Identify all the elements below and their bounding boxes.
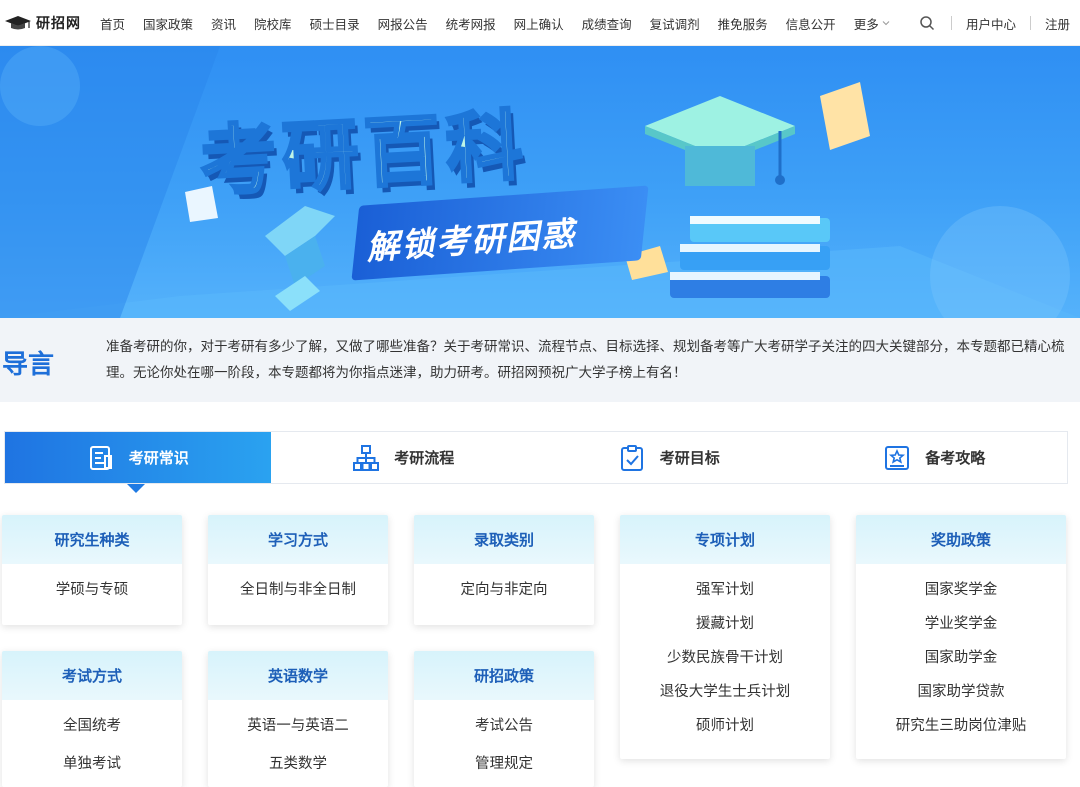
intro-label: 导言 [2,350,55,380]
logo-text: 研招网 [36,16,81,32]
document-icon [89,445,112,470]
active-tab-pointer [127,484,145,493]
card-link[interactable]: 定向与非定向 [414,580,594,614]
clipboard-check-icon [620,444,643,471]
card-exam-methods: 考试方式 全国统考 单独考试 [2,651,182,787]
flowchart-icon [353,444,380,471]
nav-item-home[interactable]: 首页 [100,14,125,33]
tab-label: 考研常识 [128,449,189,467]
chevron-down-icon [882,21,890,26]
card-link[interactable]: 国家助学金 [856,648,1066,682]
card-link[interactable]: 考试公告 [414,716,594,754]
graduation-cap-icon [5,16,31,30]
intro-section: 导言 准备考研的你，对于考研有多少了解，又做了哪些准备？关于考研常识、流程节点、… [0,318,1080,402]
nav-item-policy[interactable]: 国家政策 [143,14,193,33]
card-link[interactable]: 强军计划 [620,580,830,614]
nav-item-news[interactable]: 资讯 [211,14,236,33]
nav-item-info-public[interactable]: 信息公开 [786,14,836,33]
tab-target[interactable]: 考研目标 [536,432,802,483]
tab-strategy[interactable]: 备考攻略 [802,432,1068,483]
nav-right: 用户中心 注册 [919,0,1070,46]
divider [1029,16,1031,30]
card-title: 录取类别 [414,515,594,564]
nav-item-exam-registration[interactable]: 统考网报 [446,14,496,33]
card-link[interactable]: 国家助学贷款 [856,682,1066,716]
tab-label: 考研流程 [394,449,455,467]
card-study-mode: 学习方式 全日制与非全日制 [208,515,388,625]
card-admission-policy: 研招政策 考试公告 管理规定 [414,651,594,787]
tab-label: 考研目标 [659,449,720,467]
card-link[interactable]: 五类数学 [208,754,388,787]
divider [950,16,952,30]
card-english-math: 英语数学 英语一与英语二 五类数学 [208,651,388,787]
tab-label: 备考攻略 [925,449,986,467]
card-title: 英语数学 [208,651,388,700]
nav-more-label: 更多 [853,16,879,32]
card-special-programs: 专项计划 强军计划 援藏计划 少数民族骨干计划 退役大学生士兵计划 硕师计划 [620,515,830,759]
card-link[interactable]: 全日制与非全日制 [208,580,388,614]
card-link[interactable]: 退役大学生士兵计划 [620,682,830,716]
intro-text: 准备考研的你，对于考研有多少了解，又做了哪些准备？关于考研常识、流程节点、目标选… [106,339,1065,381]
card-link[interactable]: 学业奖学金 [856,614,1066,648]
category-tabs: 考研常识 考研流程 考研目标 备考攻略 [4,431,1068,484]
logo[interactable]: 研招网 [4,13,81,33]
tab-knowledge[interactable]: 考研常识 [5,432,271,483]
top-nav: 研招网 首页 国家政策 资讯 院校库 硕士目录 网报公告 统考网报 网上确认 成… [0,0,1080,46]
search-icon[interactable] [919,15,935,31]
card-link[interactable]: 硕师计划 [620,716,830,750]
nav-item-score-query[interactable]: 成绩查询 [582,14,632,33]
star-book-icon [885,445,910,470]
user-center-link[interactable]: 用户中心 [966,14,1016,33]
card-admission-types: 录取类别 定向与非定向 [414,515,594,625]
tab-process[interactable]: 考研流程 [271,432,537,483]
card-title: 考试方式 [2,651,182,700]
card-link[interactable]: 少数民族骨干计划 [620,648,830,682]
card-link[interactable]: 国家奖学金 [856,580,1066,614]
card-title: 研招政策 [414,651,594,700]
card-title: 研究生种类 [2,515,182,564]
card-degree-types: 研究生种类 学硕与专硕 [2,515,182,625]
banner-title: 考研百科 [197,99,532,208]
nav-item-registration-notice[interactable]: 网报公告 [378,14,428,33]
card-link[interactable]: 单独考试 [2,754,182,787]
nav-item-adjustment[interactable]: 复试调剂 [650,14,700,33]
nav-item-online-confirm[interactable]: 网上确认 [514,14,564,33]
card-title: 学习方式 [208,515,388,564]
card-title: 奖助政策 [856,515,1066,564]
nav-item-catalog[interactable]: 硕士目录 [310,14,360,33]
card-link[interactable]: 学硕与专硕 [2,580,182,614]
nav-item-recommend[interactable]: 推免服务 [718,14,768,33]
banner: 考研百科 解锁考研困惑 [0,46,1080,318]
register-link[interactable]: 注册 [1045,14,1070,33]
banner-illustration [0,46,1080,318]
card-link[interactable]: 研究生三助岗位津贴 [856,716,1066,750]
card-link[interactable]: 援藏计划 [620,614,830,648]
nav-menu: 首页 国家政策 资讯 院校库 硕士目录 网报公告 统考网报 网上确认 成绩查询 … [100,0,908,46]
card-title: 专项计划 [620,515,830,564]
card-link[interactable]: 全国统考 [2,716,182,754]
card-link[interactable]: 管理规定 [414,754,594,787]
nav-item-schools[interactable]: 院校库 [254,14,292,33]
card-link[interactable]: 英语一与英语二 [208,716,388,754]
card-financial-aid: 奖助政策 国家奖学金 学业奖学金 国家助学金 国家助学贷款 研究生三助岗位津贴 [856,515,1066,759]
nav-item-more[interactable]: 更多 [854,14,890,33]
